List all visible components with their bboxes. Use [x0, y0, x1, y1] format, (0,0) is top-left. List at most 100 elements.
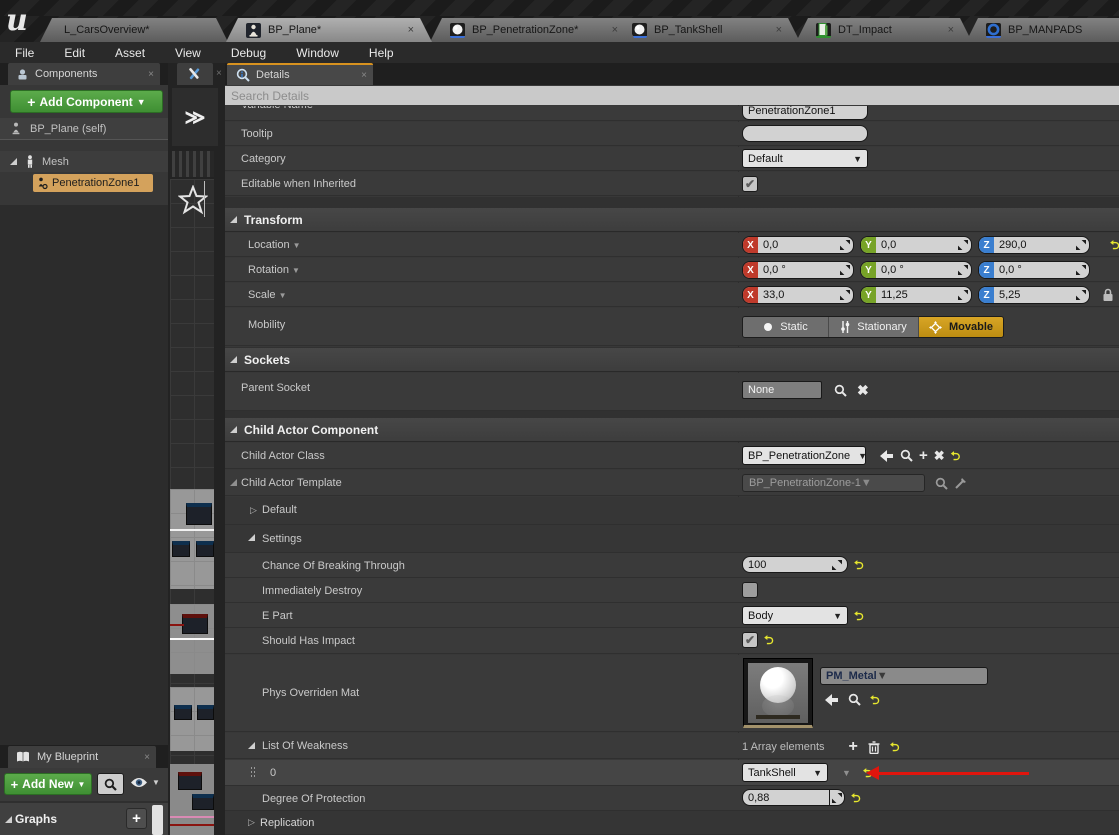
menu-asset[interactable]: Asset	[100, 46, 160, 60]
scale-z-field[interactable]: Z 5,25	[978, 286, 1090, 304]
expand-panel-button[interactable]: ≫	[172, 88, 218, 146]
close-icon[interactable]: ×	[612, 24, 618, 36]
search-details-input[interactable]: Search Details	[225, 86, 1119, 105]
search-button[interactable]	[97, 773, 124, 795]
add-element-icon[interactable]: +	[849, 738, 858, 756]
degree-field[interactable]: 0,88	[742, 789, 845, 806]
tab-bp-tankshell[interactable]: BP_TankShell ×	[612, 18, 800, 42]
expanded-arrow-icon[interactable]	[230, 479, 237, 486]
spinbox-icon[interactable]	[832, 559, 842, 570]
row-default-group[interactable]: ▷ Default	[225, 497, 1119, 525]
spinbox-icon[interactable]	[1076, 265, 1086, 275]
menu-edit[interactable]: Edit	[49, 46, 100, 60]
tab-dt-impact[interactable]: DT_Impact ×	[796, 18, 972, 42]
chance-field[interactable]: 100	[742, 556, 848, 573]
rotation-y-field[interactable]: Y 0,0 °	[860, 261, 972, 279]
tab-bp-manpads[interactable]: BP_MANPADS	[966, 18, 1119, 42]
tooltip-field[interactable]	[742, 125, 868, 142]
search-icon[interactable]	[834, 384, 847, 397]
mobility-movable-button[interactable]: Movable	[919, 317, 1003, 337]
spinbox-icon[interactable]	[1076, 290, 1086, 300]
spinbox-icon[interactable]	[840, 240, 850, 250]
visibility-filter-button[interactable]: ▼	[130, 776, 160, 789]
section-transform[interactable]: Transform	[225, 208, 1119, 232]
location-z-field[interactable]: Z 290,0	[978, 236, 1090, 254]
clear-icon[interactable]: ✖	[934, 448, 945, 464]
revert-icon[interactable]: ⮌	[764, 634, 774, 646]
revert-icon[interactable]: ⮌	[951, 450, 961, 462]
location-x-field[interactable]: X 0,0	[742, 236, 854, 254]
tab-toolbar[interactable]	[177, 63, 213, 85]
menu-view[interactable]: View	[160, 46, 216, 60]
close-icon[interactable]: ×	[948, 24, 954, 36]
section-child-actor-component[interactable]: Child Actor Component	[225, 418, 1119, 442]
variable-name-field[interactable]: PenetrationZone1	[742, 106, 868, 120]
should-has-impact-checkbox[interactable]: ✔	[742, 632, 758, 648]
mobility-stationary-button[interactable]: Stationary	[829, 317, 919, 337]
row-list-of-weakness[interactable]: List Of Weakness 1 Array elements + ⮌	[225, 733, 1119, 759]
revert-icon[interactable]: ⮌	[1110, 239, 1119, 251]
revert-icon[interactable]: ⮌	[854, 610, 864, 622]
spinbox-icon[interactable]	[840, 290, 850, 300]
arrow-left-icon[interactable]	[825, 693, 839, 706]
search-icon[interactable]	[848, 693, 861, 706]
scale-x-field[interactable]: X 33,0	[742, 286, 854, 304]
spinbox-icon[interactable]	[958, 265, 968, 275]
spinbox-icon[interactable]	[840, 265, 850, 275]
menu-window[interactable]: Window	[281, 46, 354, 60]
search-icon[interactable]	[935, 477, 948, 490]
phys-mat-dropdown[interactable]: PM_Metal ▼	[820, 667, 988, 685]
section-sockets[interactable]: Sockets	[225, 348, 1119, 372]
tab-my-blueprint[interactable]: My Blueprint ×	[8, 746, 156, 768]
tankshell-dropdown[interactable]: TankShell ▼	[742, 763, 828, 782]
search-icon[interactable]	[900, 449, 913, 462]
graphs-section-header[interactable]: Graphs +	[0, 803, 168, 835]
mobility-static-button[interactable]: Static	[743, 317, 829, 337]
scale-y-field[interactable]: Y 11,25	[860, 286, 972, 304]
location-y-field[interactable]: Y 0,0	[860, 236, 972, 254]
row-replication-group[interactable]: ▷ Replication	[225, 811, 1119, 835]
close-icon[interactable]: ×	[776, 24, 782, 36]
add-component-button[interactable]: + Add Component ▼	[10, 90, 163, 113]
spinbox-icon[interactable]	[958, 240, 968, 250]
close-icon[interactable]: ×	[361, 70, 367, 81]
row-settings-group[interactable]: Settings	[225, 525, 1119, 553]
category-dropdown[interactable]: Default ▼	[742, 149, 868, 168]
menu-help[interactable]: Help	[354, 46, 409, 60]
revert-icon[interactable]: ⮌	[870, 694, 880, 706]
tab-details[interactable]: Details ×	[227, 63, 373, 85]
e-part-dropdown[interactable]: Body ▼	[742, 606, 848, 625]
add-graph-button[interactable]: +	[126, 808, 147, 829]
parent-socket-field[interactable]: None	[742, 381, 822, 399]
component-item-mesh[interactable]: Mesh	[0, 151, 168, 172]
expanded-arrow-icon[interactable]	[10, 158, 17, 165]
menu-debug[interactable]: Debug	[216, 46, 281, 60]
plus-icon[interactable]: +	[919, 447, 928, 464]
lock-icon[interactable]	[1102, 288, 1114, 302]
child-actor-template-dropdown[interactable]: BP_PenetrationZone-1 ▼	[742, 474, 925, 492]
editable-checkbox[interactable]: ✔	[742, 176, 758, 192]
revert-icon[interactable]: ⮌	[851, 792, 861, 804]
close-icon[interactable]: ×	[148, 69, 154, 80]
spinbox-icon[interactable]	[958, 290, 968, 300]
scrollbar-thumb[interactable]	[152, 805, 163, 835]
grip-dots-icon[interactable]	[250, 766, 255, 779]
component-item-self[interactable]: BP_Plane (self)	[0, 118, 168, 140]
close-icon[interactable]: ×	[144, 752, 150, 763]
tab-l-carsoverview[interactable]: L_CarsOverview*	[40, 18, 228, 42]
spinbox-icon[interactable]	[1076, 240, 1086, 250]
arrow-left-icon[interactable]	[880, 449, 894, 462]
eyedropper-icon[interactable]	[954, 477, 967, 490]
add-new-button[interactable]: + Add New ▼	[4, 773, 92, 795]
close-icon[interactable]: ×	[216, 68, 222, 79]
tab-bp-penetrationzone[interactable]: BP_PenetrationZone* ×	[430, 18, 636, 42]
rotation-z-field[interactable]: Z 0,0 °	[978, 261, 1090, 279]
tab-bp-plane[interactable]: BP_Plane* ×	[226, 18, 432, 42]
material-thumbnail[interactable]	[743, 658, 813, 728]
spinbox-icon[interactable]	[829, 790, 844, 805]
tab-components[interactable]: Components ×	[8, 63, 160, 85]
menu-file[interactable]: File	[0, 46, 49, 60]
component-item-penetrationzone[interactable]: PenetrationZone1	[33, 174, 153, 192]
element-options-chevron-icon[interactable]: ▼	[842, 768, 851, 778]
revert-icon[interactable]: ⮌	[854, 559, 864, 571]
